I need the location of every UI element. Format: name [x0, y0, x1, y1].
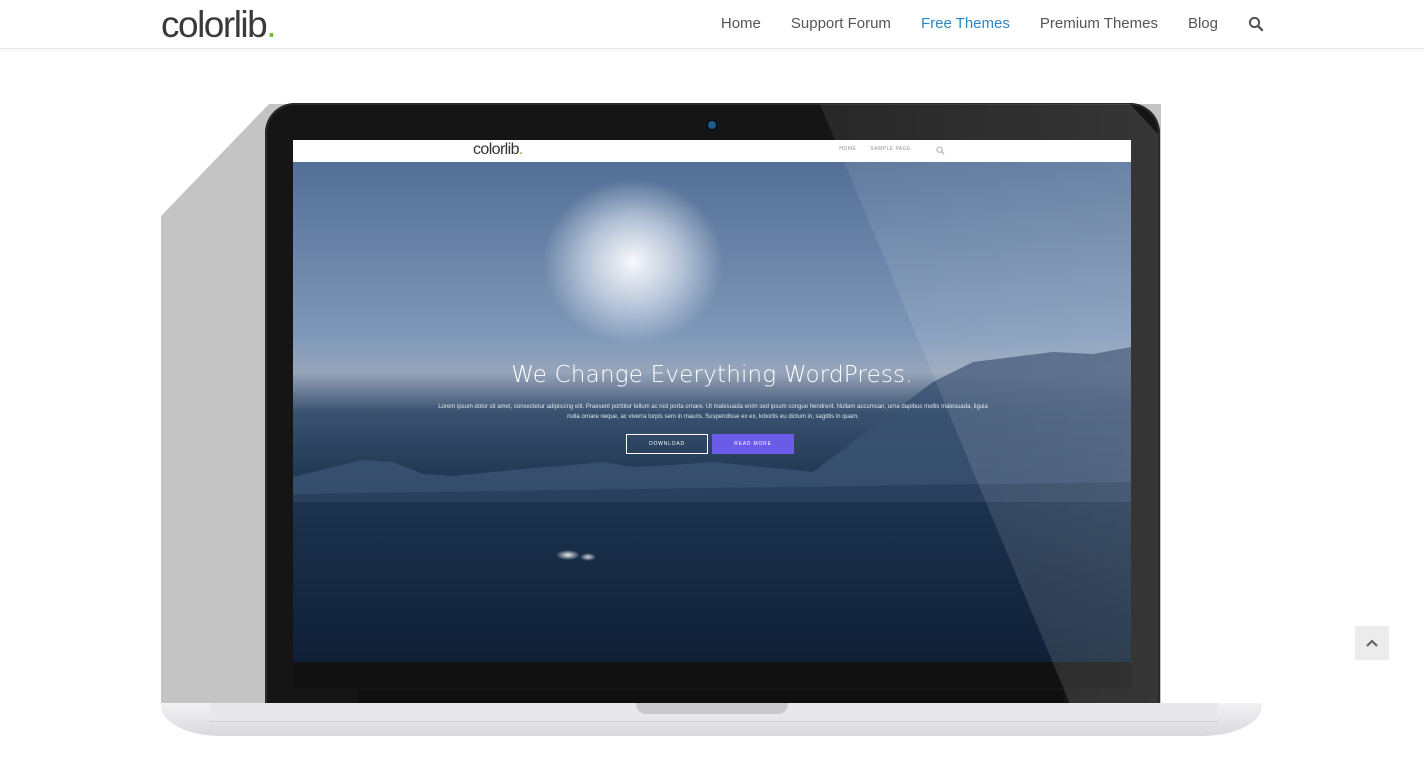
water-sparkle — [548, 545, 604, 565]
inner-logo: colorlib. — [473, 141, 523, 158]
logo-dot: . — [266, 4, 276, 45]
search-icon[interactable] — [1248, 16, 1264, 32]
camera-icon — [708, 121, 716, 129]
nav-free-themes[interactable]: Free Themes — [921, 0, 1010, 48]
bottom-bezel — [293, 662, 1131, 688]
inner-nav-sample-page: SAMPLE PAGE — [870, 146, 911, 152]
hero-title: We Change Everything WordPress. — [511, 362, 913, 388]
read-more-button: READ MORE — [712, 434, 794, 454]
laptop-hinge — [358, 690, 1064, 703]
back-to-top-button[interactable] — [1355, 626, 1389, 660]
inner-nav-home: HOME — [839, 146, 857, 152]
nav-blog[interactable]: Blog — [1188, 0, 1218, 48]
inner-nav: HOME SAMPLE PAGE — [839, 146, 911, 152]
nav-support-forum[interactable]: Support Forum — [791, 0, 891, 48]
inner-site-header: colorlib. HOME SAMPLE PAGE — [293, 140, 1131, 162]
laptop-screen: colorlib. HOME SAMPLE PAGE We Change Eve… — [293, 140, 1131, 662]
logo-text: colorlib — [161, 4, 268, 45]
laptop-notch — [636, 703, 788, 714]
download-button: DOWNLOAD — [626, 434, 708, 454]
colorlib-logo[interactable]: colorlib. — [161, 3, 276, 47]
nav-premium-themes[interactable]: Premium Themes — [1040, 0, 1158, 48]
chevron-up-icon — [1366, 639, 1378, 647]
site-header: colorlib. Home Support Forum Free Themes… — [0, 0, 1424, 49]
nav-home[interactable]: Home — [721, 0, 761, 48]
search-icon — [936, 146, 945, 155]
main-nav: Home Support Forum Free Themes Premium T… — [691, 0, 1264, 48]
hero-text: Lorem ipsum dolor sit amet, consectetur … — [438, 404, 988, 420]
